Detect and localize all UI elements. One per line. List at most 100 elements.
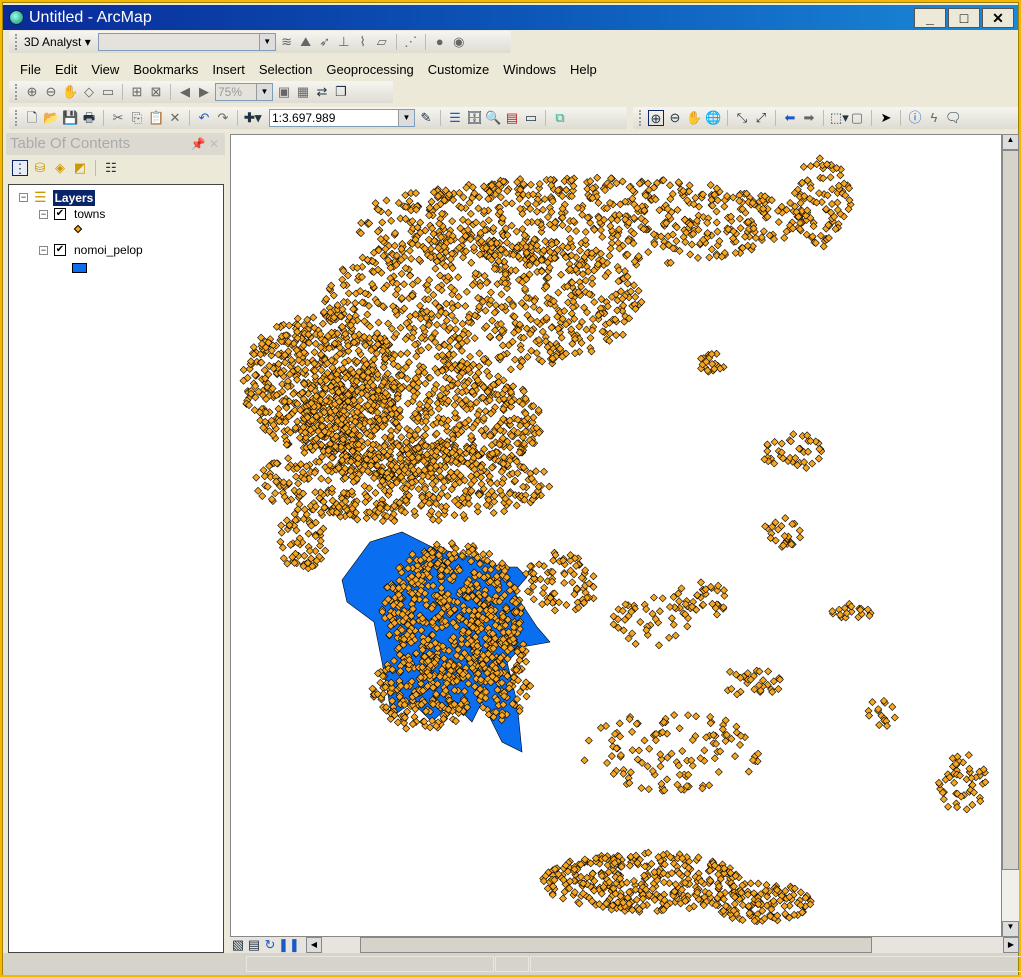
menu-geoprocessing[interactable]: Geoprocessing — [319, 59, 420, 81]
town-point[interactable] — [612, 331, 621, 340]
town-point[interactable] — [475, 349, 484, 358]
town-point[interactable] — [511, 355, 519, 364]
town-point[interactable] — [540, 467, 548, 476]
town-point[interactable] — [512, 501, 521, 510]
town-point[interactable] — [615, 719, 624, 728]
zoom-100-icon[interactable]: ▭ — [100, 84, 116, 100]
point-profile-icon[interactable]: ⊥ — [336, 34, 352, 50]
close-button[interactable]: ✕ — [982, 8, 1014, 28]
town-point[interactable] — [344, 289, 353, 298]
town-point[interactable] — [781, 514, 790, 523]
town-point[interactable] — [819, 242, 828, 251]
town-point[interactable] — [475, 362, 484, 371]
full-extent-icon[interactable]: 🌐 — [705, 110, 721, 126]
town-point[interactable] — [777, 439, 786, 448]
town-point[interactable] — [628, 746, 637, 755]
town-point[interactable] — [285, 321, 294, 330]
undo-icon[interactable]: ↶ — [196, 110, 212, 126]
town-point[interactable] — [828, 200, 836, 208]
next-extent-icon[interactable]: ▶ — [196, 84, 212, 100]
zoom-in-icon[interactable]: ⊕ — [648, 110, 664, 126]
town-point[interactable] — [628, 727, 637, 736]
town-point[interactable] — [826, 173, 835, 182]
town-point[interactable] — [686, 250, 695, 259]
town-point[interactable] — [635, 746, 644, 755]
town-point[interactable] — [605, 251, 614, 260]
town-point[interactable] — [731, 248, 740, 257]
identify-icon[interactable]: ⓘ — [907, 110, 923, 126]
town-point[interactable] — [277, 521, 286, 530]
chevron-down-icon[interactable]: ▼ — [398, 110, 414, 126]
town-point[interactable] — [623, 279, 632, 288]
menu-customize[interactable]: Customize — [421, 59, 496, 81]
town-point[interactable] — [522, 692, 531, 701]
town-point[interactable] — [581, 227, 590, 236]
town-point[interactable] — [663, 775, 671, 784]
town-point[interactable] — [550, 606, 559, 615]
town-point[interactable] — [443, 492, 452, 500]
town-point[interactable] — [660, 878, 668, 887]
town-point[interactable] — [498, 341, 507, 350]
town-point[interactable] — [795, 526, 804, 535]
town-point[interactable] — [770, 438, 779, 446]
town-point[interactable] — [488, 316, 497, 325]
town-point[interactable] — [529, 595, 538, 604]
town-point[interactable] — [252, 473, 261, 482]
town-point[interactable] — [557, 270, 565, 279]
town-point[interactable] — [726, 667, 734, 676]
new-document-icon[interactable]: 🗋 — [24, 110, 40, 126]
town-point[interactable] — [764, 667, 773, 676]
town-point[interactable] — [411, 189, 420, 198]
map-display[interactable] — [230, 134, 1002, 937]
town-point[interactable] — [588, 279, 597, 288]
town-point[interactable] — [523, 218, 532, 227]
town-point[interactable] — [836, 171, 845, 180]
town-point[interactable] — [731, 752, 740, 761]
town-point[interactable] — [310, 348, 319, 357]
town-point[interactable] — [808, 459, 817, 468]
town-point[interactable] — [593, 173, 602, 182]
town-point[interactable] — [589, 572, 598, 581]
town-point[interactable] — [774, 685, 783, 693]
map-scale-combo[interactable]: 1:3.697.989 ▼ — [269, 109, 415, 127]
town-point[interactable] — [503, 238, 512, 247]
town-point[interactable] — [603, 759, 612, 767]
town-point[interactable] — [439, 483, 448, 492]
layer-nomoi-pelop[interactable]: − ✔ nomoi_pelop — [39, 243, 143, 257]
town-point[interactable] — [630, 281, 638, 290]
town-point[interactable] — [317, 474, 326, 483]
map-canvas[interactable] — [231, 135, 1002, 937]
clear-selection-icon[interactable]: ▢ — [849, 110, 865, 126]
fixed-zoom-in-icon[interactable]: ⊞ — [129, 84, 145, 100]
town-point[interactable] — [513, 469, 522, 478]
town-point[interactable] — [387, 216, 396, 225]
town-point[interactable] — [812, 160, 821, 169]
town-point[interactable] — [481, 306, 490, 315]
change-layout-icon[interactable]: ⇄ — [314, 84, 330, 100]
town-point[interactable] — [384, 208, 393, 217]
town-point[interactable] — [497, 290, 506, 299]
town-point[interactable] — [467, 258, 476, 267]
town-point[interactable] — [939, 795, 948, 804]
town-point[interactable] — [833, 198, 842, 207]
menu-view[interactable]: View — [84, 59, 126, 81]
3d-analyst-menu[interactable]: 3D Analyst ▾ — [24, 35, 95, 49]
layer-visibility-checkbox[interactable]: ✔ — [54, 208, 66, 220]
town-point[interactable] — [751, 234, 760, 242]
layer-name[interactable]: towns — [74, 207, 105, 221]
town-point[interactable] — [292, 472, 300, 481]
town-point[interactable] — [374, 318, 383, 327]
select-features-icon[interactable]: ⬚▾ — [830, 110, 849, 126]
menu-insert[interactable]: Insert — [205, 59, 252, 81]
toolbar-grip[interactable] — [639, 110, 642, 126]
town-point[interactable] — [535, 306, 544, 315]
chevron-down-icon[interactable]: ▼ — [256, 84, 272, 100]
town-point[interactable] — [458, 319, 467, 328]
town-point[interactable] — [590, 298, 599, 307]
line-of-sight-icon[interactable]: ➶ — [317, 34, 333, 50]
town-point[interactable] — [407, 254, 416, 263]
town-point[interactable] — [400, 280, 408, 289]
town-point[interactable] — [317, 366, 326, 375]
town-point[interactable] — [485, 549, 494, 558]
town-point[interactable] — [640, 736, 649, 745]
